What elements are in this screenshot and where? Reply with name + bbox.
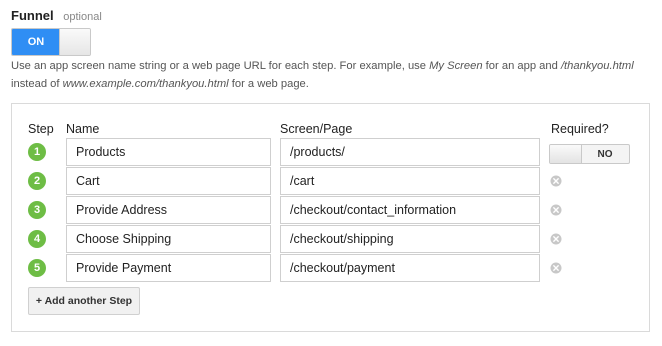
step-name-input[interactable]: Provide Address (66, 196, 271, 224)
toggle-knob (550, 145, 582, 163)
step-row: 2 Cart /cart (12, 167, 649, 196)
step-number-badge: 1 (28, 143, 46, 161)
header-screen-page: Screen/Page (280, 122, 353, 136)
toggle-on-label: ON (12, 29, 60, 55)
step-row: 4 Choose Shipping /checkout/shipping (12, 225, 649, 254)
toggle-knob (59, 29, 90, 55)
optional-label: optional (63, 11, 102, 23)
help-text-part: Use an app screen name string or a web p… (11, 60, 430, 72)
step-row: 3 Provide Address /checkout/contact_info… (12, 196, 649, 225)
step-page-input[interactable]: /checkout/contact_information (280, 196, 540, 224)
step-number-badge: 2 (28, 172, 46, 190)
funnel-title-text: Funnel (11, 8, 54, 23)
add-step-button[interactable]: + Add another Step (28, 287, 140, 315)
step-name-input[interactable]: Cart (66, 167, 271, 195)
close-circle-icon[interactable] (550, 175, 562, 187)
help-example-url: www.example.com/thankyou.html (62, 78, 229, 90)
required-toggle[interactable]: NO (549, 144, 630, 164)
help-text-part: for an app and (482, 60, 561, 72)
step-name-input[interactable]: Products (66, 138, 271, 166)
step-number-badge: 4 (28, 230, 46, 248)
step-page-input[interactable]: /checkout/shipping (280, 225, 540, 253)
close-circle-icon[interactable] (550, 262, 562, 274)
funnel-toggle[interactable]: ON (11, 28, 91, 56)
funnel-steps-panel: Step Name Screen/Page Required? 1 Produc… (11, 103, 650, 332)
header-step: Step (28, 122, 54, 136)
close-circle-icon[interactable] (550, 204, 562, 216)
header-name: Name (66, 122, 100, 136)
step-page-input[interactable]: /checkout/payment (280, 254, 540, 282)
step-page-input[interactable]: /cart (280, 167, 540, 195)
help-text-part: instead of (11, 78, 63, 90)
step-row: 5 Provide Payment /checkout/payment (12, 254, 649, 283)
header-required: Required? (551, 122, 609, 136)
step-page-input[interactable]: /products/ (280, 138, 540, 166)
help-text-part: for a web page. (228, 78, 309, 90)
step-number-badge: 3 (28, 201, 46, 219)
funnel-help-text: Use an app screen name string or a web p… (11, 57, 641, 93)
close-circle-icon[interactable] (550, 233, 562, 245)
required-toggle-label: NO (597, 148, 613, 160)
step-number-badge: 5 (28, 259, 46, 277)
help-example-path: /thankyou.html (560, 60, 634, 72)
step-name-input[interactable]: Choose Shipping (66, 225, 271, 253)
help-example-screen: My Screen (429, 60, 483, 72)
step-name-input[interactable]: Provide Payment (66, 254, 271, 282)
step-row: 1 Products /products/ NO (12, 138, 649, 167)
funnel-title: Funnel optional (11, 8, 102, 23)
